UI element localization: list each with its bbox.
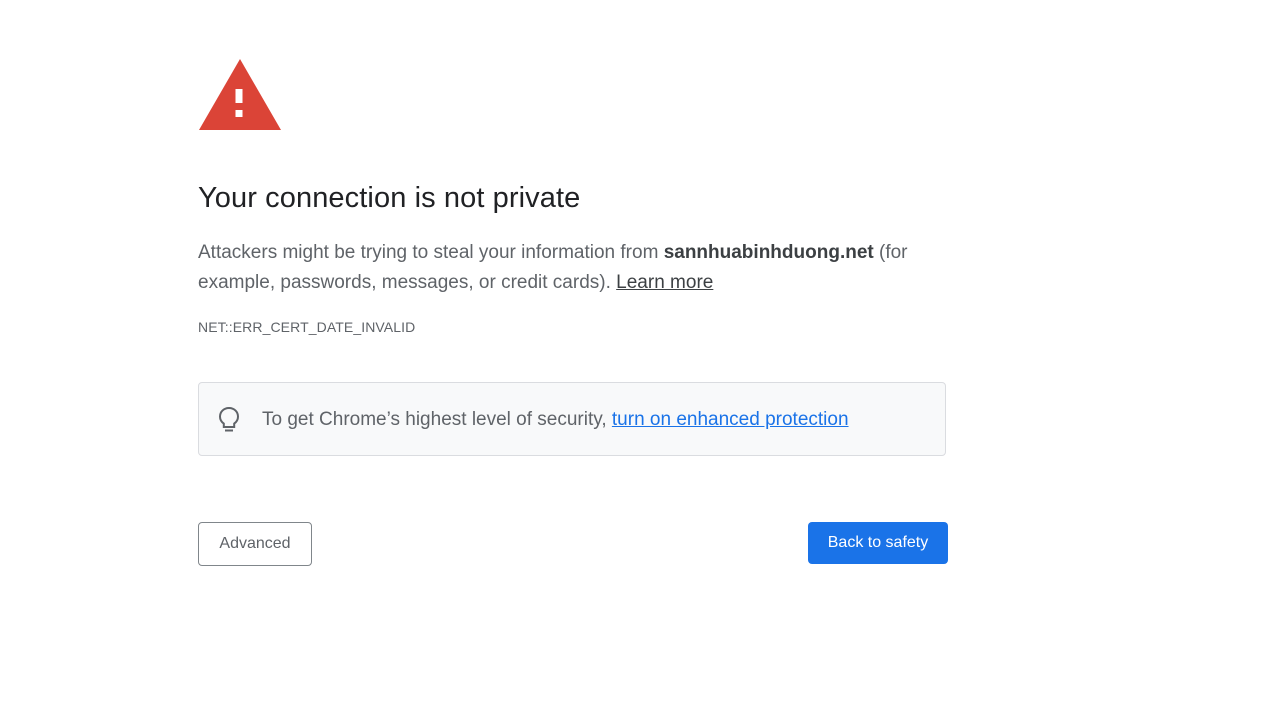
warning-triangle-icon — [199, 59, 281, 130]
learn-more-link[interactable]: Learn more — [616, 272, 713, 293]
enhanced-protection-text: To get Chrome’s highest level of securit… — [262, 409, 612, 430]
error-code: NET::ERR_CERT_DATE_INVALID — [198, 319, 416, 335]
main-message: Attackers might be trying to steal your … — [198, 238, 938, 298]
back-to-safety-button[interactable]: Back to safety — [808, 522, 948, 564]
domain-name: sannhuabinhduong.net — [663, 242, 874, 263]
enhanced-protection-message: To get Chrome’s highest level of securit… — [262, 407, 849, 433]
lightbulb-icon — [218, 406, 240, 432]
enhanced-protection-link[interactable]: turn on enhanced protection — [612, 409, 849, 430]
page-title: Your connection is not private — [198, 182, 581, 214]
enhanced-protection-promo: To get Chrome’s highest level of securit… — [198, 382, 946, 456]
advanced-button[interactable]: Advanced — [198, 522, 312, 566]
privacy-error-page: Your connection is not private Attackers… — [0, 0, 1274, 725]
message-prefix: Attackers might be trying to steal your … — [198, 242, 664, 263]
